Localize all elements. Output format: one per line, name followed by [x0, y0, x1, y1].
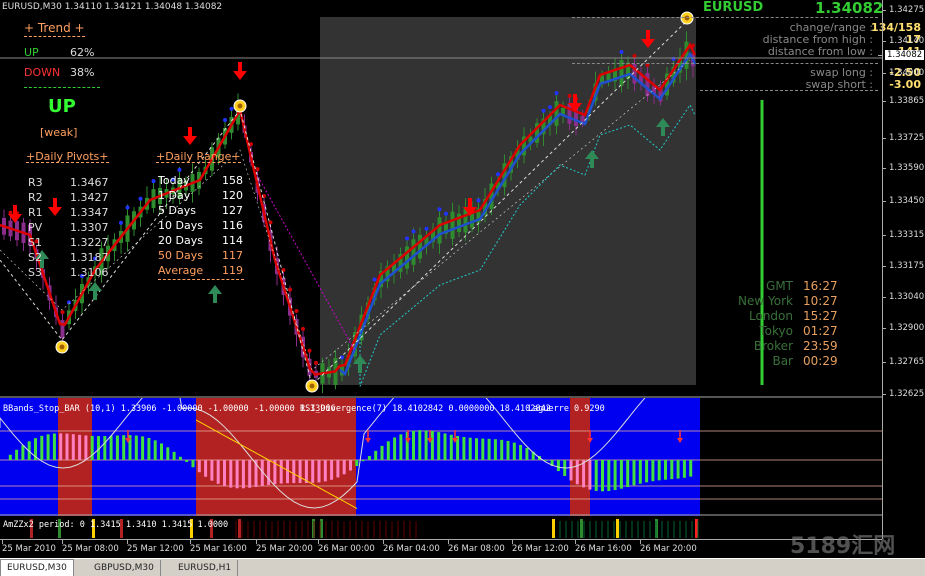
price-tick: 1.33450: [881, 196, 925, 206]
price-tick: 1.33175: [881, 261, 925, 271]
price-tick: 1.32765: [881, 357, 925, 367]
price-tick: 1.33040: [881, 292, 925, 302]
symbol-row-label: swap long :: [810, 66, 873, 79]
time-tick: 26 Mar 08:00: [448, 540, 505, 554]
price-axis: 1.34275 1.34140 1.34082 1.34000 1.33865 1.337…: [877, 0, 925, 539]
price-tick: 1.32900: [881, 323, 925, 333]
time-tick: 25 Mar 12:00: [127, 540, 184, 554]
indicator-label-laguerre: Laguerre 0.9290: [528, 404, 605, 414]
chart-tabs: EURUSD,M30 GBPUSD,M30 EURUSD,H1: [0, 558, 925, 576]
pivot-name: S1: [28, 236, 42, 249]
time-axis: 25 Mar 2010 25 Mar 08:00 25 Mar 12:00 25 Ma…: [0, 539, 882, 557]
price-tick: 1.33315: [881, 230, 925, 240]
clock-time: 15:27: [803, 309, 838, 323]
range-name: 10 Days: [158, 219, 203, 232]
price-tick: 1.34000: [881, 68, 925, 78]
pivot-name: S3: [28, 266, 42, 279]
symbol-price: 1.34082: [815, 0, 884, 17]
trend-up-label: UP: [24, 46, 39, 59]
pivot-name: R1: [28, 206, 43, 219]
symbol-row-label: distance from low :: [767, 45, 873, 58]
trend-down-pct: 38%: [70, 66, 95, 79]
time-tick: 26 Mar 04:00: [383, 540, 440, 554]
clock-label: Broker: [753, 339, 793, 353]
pivot-value: 1.3427: [70, 191, 109, 204]
price-chart[interactable]: [0, 0, 882, 398]
symbol-row-label: change/range :: [789, 21, 873, 34]
trend-title: + Trend +: [24, 21, 85, 37]
range-name: 50 Days: [158, 249, 203, 262]
range-name: 5 Days: [158, 204, 196, 217]
pivot-name: R2: [28, 191, 43, 204]
tab-eurusd-h1[interactable]: EURUSD,H1: [172, 560, 239, 576]
indicator-label-rsi: RSI_Divergence(7) 18.4102842 0.0000000 1…: [300, 404, 551, 414]
indicator-panel[interactable]: 10.850.7500.250.150: [0, 398, 882, 516]
range-avg-label: Average: [158, 264, 204, 277]
time-tick: 26 Mar 12:00: [512, 540, 569, 554]
range-value: 117: [222, 249, 243, 262]
trend-up-pct: 62%: [70, 46, 95, 59]
price-tick: 1.33725: [881, 133, 925, 143]
clock-time: 10:27: [803, 294, 838, 308]
indicator-label-bbands: BBands_Stop_BAR (10,1) 1.33906 -1.00000 …: [3, 404, 336, 414]
time-tick: 26 Mar 16:00: [575, 540, 632, 554]
trend-signal: UP: [48, 96, 76, 117]
clock-time: 16:27: [803, 279, 838, 293]
range-value: 114: [222, 234, 243, 247]
trend-down-label: DOWN: [24, 66, 61, 79]
range-name: Today: [158, 174, 190, 187]
range-name: 1 Day: [158, 189, 191, 202]
tab-eurusd-m30[interactable]: EURUSD,M30: [0, 559, 74, 576]
range-value: 116: [222, 219, 243, 232]
range-title: +Daily Range+: [156, 150, 241, 163]
zigzag-label: AmZZx2 period: 0 1.3415 1.3410 1.3415 1.…: [3, 520, 229, 530]
clock-time: 23:59: [803, 339, 838, 353]
watermark: 5189汇网: [790, 534, 896, 559]
price-tick: 1.34082: [877, 50, 925, 60]
tab-gbpusd-m30[interactable]: GBPUSD,M30: [88, 560, 161, 576]
pivot-value: 1.3227: [70, 236, 109, 249]
range-value: 158: [222, 174, 243, 187]
pivot-value: 1.3106: [70, 266, 109, 279]
price-tick: 1.34275: [881, 5, 925, 15]
pivot-value: 1.3347: [70, 206, 109, 219]
chart-info: EURUSD,M30 1.34110 1.34121 1.34048 1.340…: [2, 2, 223, 12]
time-tick: 25 Mar 08:00: [62, 540, 119, 554]
time-tick: 26 Mar 00:00: [318, 540, 375, 554]
range-name: 20 Days: [158, 234, 203, 247]
symbol-name: EURUSD: [703, 0, 764, 15]
clock-label: GMT: [766, 279, 793, 293]
time-tick: 26 Mar 20:00: [640, 540, 697, 554]
range-avg-value: 119: [222, 264, 243, 277]
price-tick: 1.33590: [881, 163, 925, 173]
price-tick: 1.33865: [881, 96, 925, 106]
symbol-row-label: distance from high :: [762, 33, 873, 46]
clock-label: New York: [738, 294, 793, 308]
pivots-title: +Daily Pivots+: [26, 150, 109, 163]
clock-time: 00:29: [803, 354, 838, 368]
price-tick: 1.32625: [881, 389, 925, 399]
symbol-row-label: swap short :: [805, 78, 873, 91]
pivot-value: 1.3467: [70, 176, 109, 189]
price-tick: 1.34140: [881, 36, 925, 46]
range-value: 120: [222, 189, 243, 202]
pivot-name: S2: [28, 251, 42, 264]
clock-label: Tokyo: [759, 324, 793, 338]
time-tick: 25 Mar 20:00: [256, 540, 313, 554]
range-value: 127: [222, 204, 243, 217]
clock-label: London: [749, 309, 793, 323]
clock-label: Bar: [772, 354, 793, 368]
pivot-value: 1.3187: [70, 251, 109, 264]
pivot-value: 1.3307: [70, 221, 109, 234]
clock-time: 01:27: [803, 324, 838, 338]
trend-strength: [weak]: [40, 126, 78, 139]
time-tick: 25 Mar 2010: [2, 540, 56, 554]
time-tick: 25 Mar 16:00: [190, 540, 247, 554]
pivot-name: PV: [28, 221, 43, 234]
pivot-name: R3: [28, 176, 43, 189]
